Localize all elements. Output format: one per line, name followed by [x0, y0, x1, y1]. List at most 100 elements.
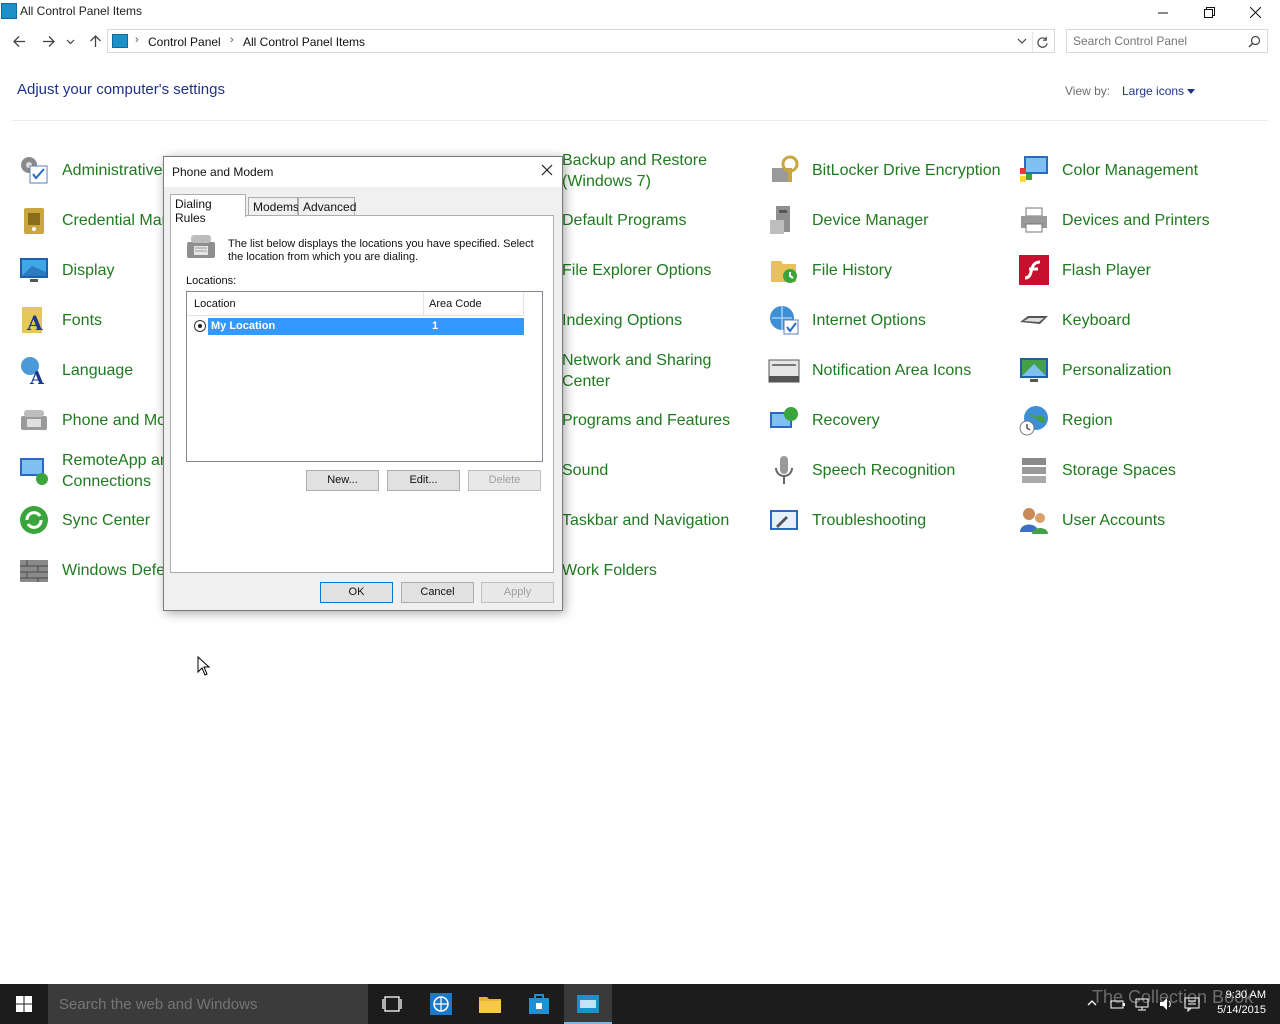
apply-button[interactable]: Apply — [481, 582, 554, 603]
item-personalization[interactable]: Personalization — [1018, 350, 1258, 390]
item-label[interactable]: Credential Mar — [62, 210, 167, 231]
item-bitlocker[interactable]: BitLocker Drive Encryption — [768, 150, 1008, 190]
taskbar-search-input[interactable] — [59, 996, 359, 1012]
item-label[interactable]: Color Management — [1062, 160, 1198, 181]
tab-dialing-rules[interactable]: Dialing Rules — [170, 194, 246, 225]
item-user-accounts[interactable]: User Accounts — [1018, 500, 1258, 540]
item-label[interactable]: Internet Options — [812, 310, 926, 331]
item-color-management[interactable]: Color Management — [1018, 150, 1258, 190]
tab-advanced[interactable]: Advanced — [298, 197, 356, 216]
cancel-button[interactable]: Cancel — [401, 582, 474, 603]
item-label[interactable]: Storage Spaces — [1062, 460, 1176, 481]
search-icon[interactable] — [1248, 35, 1261, 48]
item-administrative-tools[interactable]: Administrative — [18, 150, 168, 190]
item-label[interactable]: Phone and Mo — [62, 410, 166, 431]
item-label[interactable]: File Explorer Options — [562, 260, 711, 281]
close-icon[interactable] — [538, 161, 556, 179]
item-label[interactable]: Display — [62, 260, 114, 281]
column-divider[interactable] — [423, 292, 424, 316]
item-label[interactable]: Device Manager — [812, 210, 929, 231]
item-label[interactable]: Troubleshooting — [812, 510, 926, 531]
column-header-area-code[interactable]: Area Code — [429, 298, 482, 310]
item-display[interactable]: Display — [18, 250, 168, 290]
item-label[interactable]: Keyboard — [1062, 310, 1131, 331]
item-label[interactable]: User Accounts — [1062, 510, 1165, 531]
item-label[interactable]: Center — [562, 371, 610, 392]
action-center-icon[interactable] — [1184, 996, 1200, 1012]
item-recovery[interactable]: Recovery — [768, 400, 1008, 440]
item-label[interactable]: Taskbar and Navigation — [562, 510, 729, 531]
system-clock[interactable]: 9:30 AM 5/14/2015 — [1217, 988, 1266, 1018]
volume-icon[interactable] — [1158, 996, 1174, 1012]
locations-list[interactable]: Location Area Code My Location 1 — [186, 291, 543, 462]
item-region[interactable]: Region — [1018, 400, 1258, 440]
item-label[interactable]: Flash Player — [1062, 260, 1151, 281]
caret-down-icon[interactable] — [1187, 89, 1195, 94]
close-window-button[interactable] — [1232, 0, 1278, 24]
show-hidden-icons-icon[interactable] — [1087, 998, 1097, 1008]
delete-location-button[interactable]: Delete — [468, 470, 541, 491]
item-fonts[interactable]: A Fonts — [18, 300, 168, 340]
item-troubleshooting[interactable]: Troubleshooting — [768, 500, 1008, 540]
item-label[interactable]: Region — [1062, 410, 1113, 431]
tab-modems[interactable]: Modems — [248, 197, 299, 216]
back-button[interactable] — [8, 30, 30, 52]
item-storage-spaces[interactable]: Storage Spaces — [1018, 450, 1258, 490]
item-keyboard[interactable]: Keyboard — [1018, 300, 1258, 340]
breadcrumb-control-panel[interactable]: Control Panel — [148, 35, 221, 49]
taskbar-store[interactable] — [515, 984, 563, 1024]
column-divider[interactable] — [523, 292, 524, 316]
item-label[interactable]: Sound — [562, 460, 608, 481]
taskbar-file-explorer[interactable] — [466, 984, 514, 1024]
item-label[interactable]: Administrative — [62, 160, 162, 181]
search-input[interactable] — [1073, 33, 1243, 49]
item-notification-area-icons[interactable]: Notification Area Icons — [768, 350, 1008, 390]
forward-button[interactable] — [37, 30, 59, 52]
taskbar-control-panel[interactable] — [564, 984, 612, 1024]
item-remoteapp[interactable]: RemoteApp an Connections — [18, 450, 169, 492]
item-label[interactable]: Connections — [62, 471, 151, 492]
start-button[interactable] — [0, 984, 48, 1024]
item-label[interactable]: Sync Center — [62, 510, 150, 531]
task-view-button[interactable] — [368, 984, 416, 1024]
item-label[interactable]: Network and Sharing — [562, 350, 711, 371]
breadcrumb-separator-icon[interactable]: › — [230, 34, 234, 46]
refresh-button[interactable] — [1032, 32, 1052, 52]
address-dropdown-icon[interactable] — [1016, 35, 1028, 47]
item-label[interactable]: Fonts — [62, 310, 102, 331]
item-label[interactable]: File History — [812, 260, 892, 281]
item-flash-player[interactable]: Flash Player — [1018, 250, 1258, 290]
minimize-button[interactable] — [1140, 0, 1186, 24]
breadcrumb-all-items[interactable]: All Control Panel Items — [243, 35, 365, 49]
item-label[interactable]: Programs and Features — [562, 410, 730, 431]
item-file-history[interactable]: File History — [768, 250, 1008, 290]
view-by-dropdown[interactable]: Large icons — [1122, 84, 1184, 98]
item-label[interactable]: Devices and Printers — [1062, 210, 1210, 231]
item-label[interactable]: Personalization — [1062, 360, 1171, 381]
battery-icon[interactable] — [1110, 996, 1126, 1012]
item-label[interactable]: Indexing Options — [562, 310, 682, 331]
item-label[interactable]: Backup and Restore — [562, 150, 707, 171]
item-language[interactable]: A Language — [18, 350, 168, 390]
item-device-manager[interactable]: Device Manager — [768, 200, 1008, 240]
item-sync-center[interactable]: Sync Center — [18, 500, 168, 540]
new-location-button[interactable]: New... — [306, 470, 379, 491]
item-label[interactable]: Work Folders — [562, 560, 657, 581]
item-devices-and-printers[interactable]: Devices and Printers — [1018, 200, 1258, 240]
item-label[interactable]: Default Programs — [562, 210, 687, 231]
item-phone-and-modem[interactable]: Phone and Mo — [18, 400, 168, 440]
edit-location-button[interactable]: Edit... — [387, 470, 460, 491]
item-label[interactable]: (Windows 7) — [562, 171, 651, 192]
taskbar-browser[interactable] — [417, 984, 465, 1024]
taskbar-search-box[interactable] — [48, 984, 368, 1024]
column-header-location[interactable]: Location — [194, 298, 236, 310]
search-box[interactable] — [1066, 29, 1268, 53]
network-icon[interactable] — [1134, 996, 1150, 1012]
item-label[interactable]: Windows Defe — [62, 560, 165, 581]
up-button[interactable] — [84, 30, 106, 52]
item-label[interactable]: Speech Recognition — [812, 460, 955, 481]
item-label[interactable]: RemoteApp an — [62, 450, 169, 471]
item-label[interactable]: BitLocker Drive Encryption — [812, 160, 1001, 181]
address-bar[interactable]: › Control Panel › All Control Panel Item… — [107, 29, 1055, 53]
item-windows-defender[interactable]: Windows Defe — [18, 550, 168, 590]
